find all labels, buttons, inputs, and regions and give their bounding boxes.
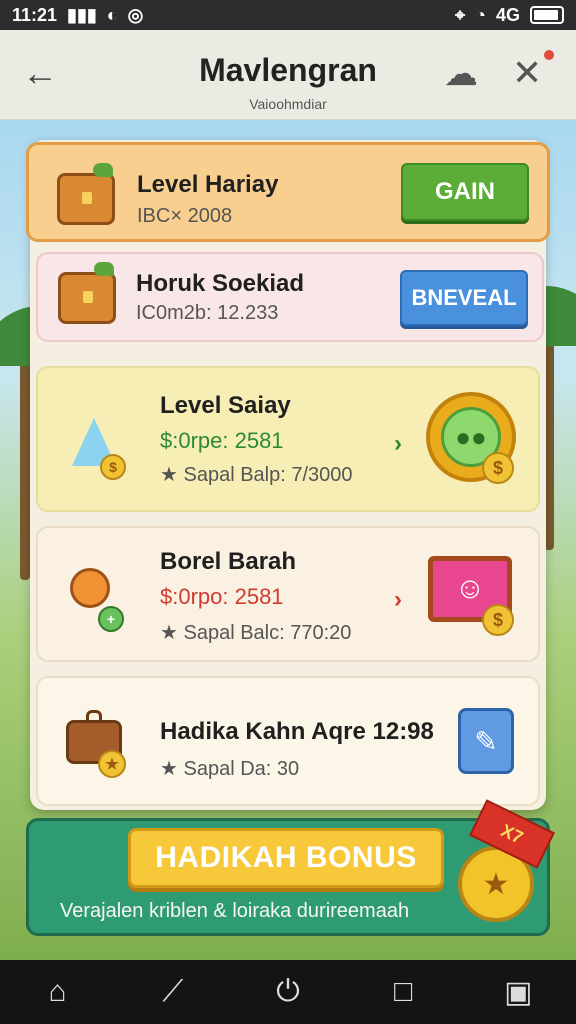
- location-icon: ⌖: [454, 4, 466, 25]
- bottom-navigation: ⌂ ⟋ ⏻ □ ▣: [0, 960, 576, 1024]
- notification-dot: [544, 50, 554, 60]
- reveal-button[interactable]: BNEVEAL: [400, 270, 528, 326]
- gain-button[interactable]: GAIN: [401, 163, 529, 221]
- edit-icon[interactable]: ✎: [458, 708, 514, 774]
- briefcase-icon: ★: [58, 702, 130, 778]
- card-subtitle: IBC× 2008: [137, 205, 233, 227]
- wifi-icon: ◐: [106, 4, 118, 25]
- bonus-button[interactable]: HADIKAH BONUS: [128, 828, 444, 888]
- widgets-icon[interactable]: ▣: [488, 967, 548, 1017]
- star-badge-icon: ★: [98, 750, 126, 778]
- home-icon[interactable]: ⌂: [28, 967, 88, 1017]
- treasure-chest-icon: [57, 173, 115, 225]
- leaf-icon: [94, 262, 114, 276]
- close-icon[interactable]: ✕: [512, 52, 542, 94]
- reward-card-1[interactable]: Level Hariay IBC× 2008 GAIN: [26, 142, 550, 242]
- card-title: Level Saiay: [160, 392, 291, 419]
- card-balance: ★ Sapal Balp: 7/3000: [160, 464, 353, 486]
- reward-card-2[interactable]: Horuk Soekiad IC0m2b: 12.233 BNEVEAL: [36, 252, 544, 342]
- battery-icon: [530, 6, 564, 24]
- triangle-badge-icon: $: [64, 410, 126, 480]
- card-price: $:0rpo: 2581: [160, 584, 284, 609]
- alarm-icon: ◎: [127, 4, 144, 25]
- card-balance: ★ Sapal Da: 30: [160, 758, 300, 780]
- status-time: 11:21: [12, 4, 58, 25]
- page-subtitle: Vaioohmdiar: [249, 96, 327, 112]
- arrow-right-icon: ›: [394, 586, 402, 613]
- square-icon[interactable]: □: [373, 967, 433, 1017]
- badge-icon: +: [98, 606, 124, 632]
- leaf-icon: [93, 163, 113, 177]
- coin-icon: $: [100, 454, 126, 480]
- card-subtitle: IC0m2b: 12.233: [136, 302, 279, 324]
- gadget-character-icon: +: [60, 558, 130, 632]
- signal-bars-icon: ▮▮▮: [67, 4, 97, 25]
- card-title: Hadika Kahn Aqre 12:98: [160, 718, 434, 745]
- treasure-chest-icon: [58, 272, 116, 324]
- card-price: $:0rpe: 2581: [160, 428, 284, 453]
- power-icon[interactable]: ⏻: [258, 967, 318, 1017]
- status-bar: 11:21 ▮▮▮ ◐ ◎ ⌖ ◔ 4G: [0, 0, 576, 30]
- bonus-description: Verajalen kriblen & loiraka durireemaah: [60, 900, 410, 922]
- status-right: ⌖ ◔ 4G: [455, 5, 564, 26]
- trend-icon[interactable]: ⟋: [143, 967, 203, 1017]
- coin-icon: $: [482, 604, 514, 636]
- cloud-icon[interactable]: ☁: [444, 54, 478, 94]
- card-title: Borel Barah: [160, 548, 297, 575]
- coin-icon: $: [482, 452, 514, 484]
- network-label: 4G: [495, 4, 520, 25]
- app-header: ← Mavlengran Vaioohmdiar ☁ ✕: [0, 30, 576, 120]
- card-title: Horuk Soekiad: [136, 270, 305, 297]
- card-title: Level Hariay: [137, 171, 279, 198]
- status-left: 11:21 ▮▮▮ ◐ ◎: [12, 5, 143, 26]
- arrow-right-icon: ›: [394, 430, 402, 457]
- card-balance: ★ Sapal Balc: 770:20: [160, 622, 352, 644]
- wifi-strength-icon: ◔: [475, 4, 486, 25]
- page-title: Mavlengran: [199, 52, 377, 88]
